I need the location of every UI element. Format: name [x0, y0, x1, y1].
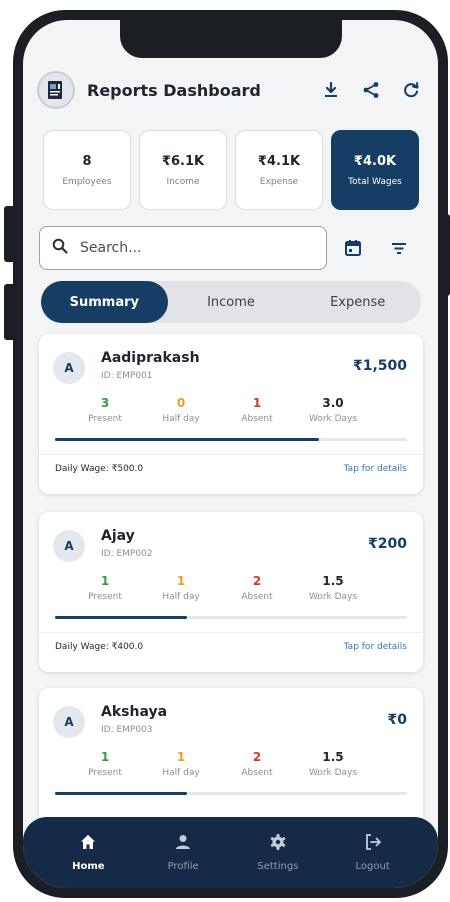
- download-icon[interactable]: [313, 72, 349, 108]
- stat-label: Employees: [62, 176, 112, 187]
- card-divider: [39, 454, 423, 455]
- stat-card-total-wages[interactable]: ₹4.0K Total Wages: [331, 130, 419, 210]
- absent-label: Absent: [241, 414, 273, 424]
- employee-name: Aadiprakash: [101, 350, 200, 366]
- page-title: Reports Dashboard: [87, 80, 261, 100]
- nav-profile[interactable]: Profile: [136, 817, 231, 888]
- bottom-nav: Home Profile Settings Logout: [23, 817, 438, 888]
- daily-wage: Daily Wage: ₹500.0: [55, 464, 144, 474]
- notch: [120, 20, 342, 58]
- employee-amount: ₹200: [368, 536, 407, 552]
- present-count: 1: [100, 574, 110, 588]
- tab-income[interactable]: Income: [168, 281, 295, 323]
- tap-for-details-link[interactable]: Tap for details: [344, 464, 407, 474]
- app-header: Reports Dashboard: [37, 70, 429, 110]
- gear-icon: [267, 831, 289, 853]
- employee-id: ID: EMP002: [101, 549, 153, 559]
- tap-for-details-link[interactable]: Tap for details: [344, 642, 407, 652]
- work-days-count: 1.5: [322, 750, 344, 764]
- nav-home[interactable]: Home: [41, 817, 136, 888]
- present-count: 1: [100, 750, 110, 764]
- work-days-count: 3.0: [322, 396, 344, 410]
- attendance-progress: [55, 616, 407, 619]
- stat-label: Income: [166, 176, 200, 187]
- employee-card[interactable]: A Ajay ID: EMP002 ₹200 1 Present 1 Half da…: [39, 512, 423, 672]
- attendance-progress: [55, 792, 407, 795]
- app-screen: Reports Dashboard 8 Employees ₹6.1K Inco…: [23, 20, 438, 888]
- present-count: 3: [100, 396, 110, 410]
- work-days-label: Work Days: [308, 414, 358, 424]
- employee-amount: ₹0: [387, 712, 407, 728]
- nav-label: Profile: [167, 861, 199, 872]
- half-day-count: 1: [176, 750, 186, 764]
- avatar: A: [53, 706, 85, 738]
- tab-summary[interactable]: Summary: [41, 281, 168, 323]
- absent-count: 1: [252, 396, 262, 410]
- attendance-progress: [55, 438, 407, 441]
- card-divider: [39, 632, 423, 633]
- tab-expense[interactable]: Expense: [294, 281, 421, 323]
- attendance-metrics: 3 Present 0 Half day 1 Absent 3.0 Work Days: [67, 396, 407, 424]
- half-day-label: Half day: [162, 414, 200, 424]
- search-placeholder: Search...: [80, 240, 142, 256]
- progress-fill: [55, 616, 187, 619]
- stat-value: 8: [82, 153, 92, 169]
- nav-label: Logout: [355, 861, 390, 872]
- half-day-label: Half day: [162, 768, 200, 778]
- present-label: Present: [88, 414, 122, 424]
- nav-settings[interactable]: Settings: [231, 817, 326, 888]
- work-days-label: Work Days: [308, 592, 358, 602]
- search-icon: [52, 238, 68, 258]
- daily-wage: Daily Wage: ₹400.0: [55, 642, 144, 652]
- stat-value: ₹4.1K: [257, 153, 301, 169]
- nav-logout[interactable]: Logout: [325, 817, 420, 888]
- stat-value: ₹6.1K: [161, 153, 205, 169]
- half-day-label: Half day: [162, 592, 200, 602]
- employee-id: ID: EMP003: [101, 725, 153, 735]
- absent-count: 2: [252, 750, 262, 764]
- employee-id: ID: EMP001: [101, 371, 153, 381]
- refresh-icon[interactable]: [393, 72, 429, 108]
- employee-name: Akshaya: [101, 704, 168, 720]
- work-days-count: 1.5: [322, 574, 344, 588]
- employee-name: Ajay: [101, 528, 135, 544]
- report-logo-icon: [37, 71, 75, 109]
- absent-label: Absent: [241, 592, 273, 602]
- attendance-metrics: 1 Present 1 Half day 2 Absent 1.5 Work Days: [67, 750, 407, 778]
- progress-fill: [55, 438, 319, 441]
- half-day-count: 1: [176, 574, 186, 588]
- nav-label: Settings: [257, 861, 299, 872]
- search-input[interactable]: Search...: [39, 226, 327, 270]
- stat-label: Expense: [259, 176, 299, 187]
- work-days-label: Work Days: [308, 768, 358, 778]
- stats-row: 8 Employees ₹6.1K Income ₹4.1K Expense ₹…: [43, 130, 419, 210]
- share-icon[interactable]: [353, 72, 389, 108]
- filter-icon[interactable]: [385, 234, 413, 262]
- home-icon: [77, 831, 99, 853]
- stat-value: ₹4.0K: [353, 153, 397, 169]
- person-icon: [172, 831, 194, 853]
- employee-amount: ₹1,500: [352, 358, 407, 374]
- absent-label: Absent: [241, 768, 273, 778]
- nav-label: Home: [72, 861, 105, 872]
- half-day-count: 0: [176, 396, 186, 410]
- tab-bar: Summary Income Expense: [41, 281, 421, 323]
- logout-icon: [362, 831, 384, 853]
- attendance-metrics: 1 Present 1 Half day 2 Absent 1.5 Work Days: [67, 574, 407, 602]
- progress-fill: [55, 792, 187, 795]
- absent-count: 2: [252, 574, 262, 588]
- employee-card[interactable]: A Aadiprakash ID: EMP001 ₹1,500 3 Present…: [39, 334, 423, 494]
- avatar: A: [53, 530, 85, 562]
- present-label: Present: [88, 768, 122, 778]
- stat-card-expense[interactable]: ₹4.1K Expense: [235, 130, 323, 210]
- avatar: A: [53, 352, 85, 384]
- present-label: Present: [88, 592, 122, 602]
- stat-card-employees[interactable]: 8 Employees: [43, 130, 131, 210]
- stat-label: Total Wages: [348, 176, 402, 187]
- calendar-icon[interactable]: [339, 234, 367, 262]
- stat-card-income[interactable]: ₹6.1K Income: [139, 130, 227, 210]
